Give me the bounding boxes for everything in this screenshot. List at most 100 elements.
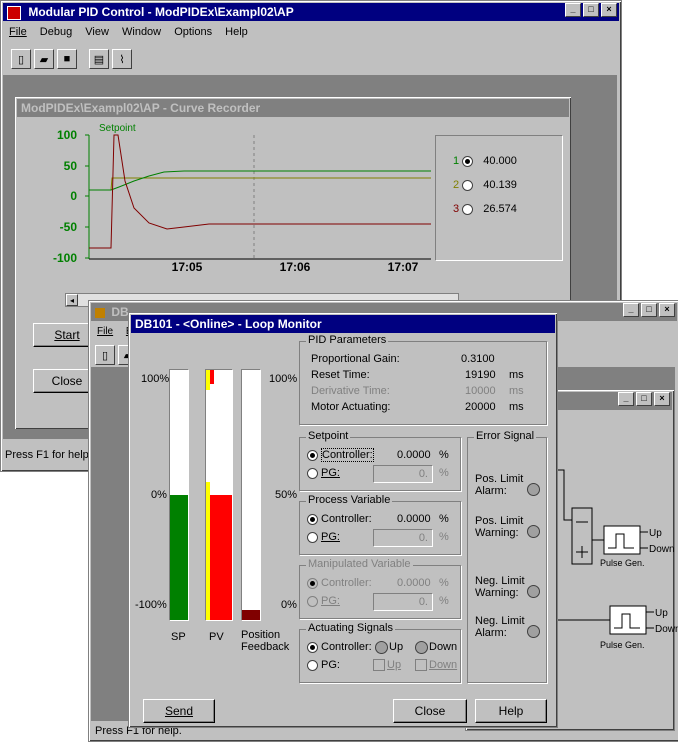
loop-monitor-title: DB101 - <Online> - Loop Monitor	[135, 317, 322, 331]
db-menu-file[interactable]: File	[97, 326, 113, 337]
position-feedback-bar	[241, 369, 261, 621]
pv-controller-unit: %	[439, 513, 449, 525]
mv-pg-field: 0.	[373, 593, 433, 611]
pid-row-gain-value: 0.3100	[461, 353, 495, 365]
menu-window[interactable]: Window	[122, 26, 161, 38]
setpoint-controller-radio[interactable]	[307, 449, 318, 461]
pv-controller-radio[interactable]	[307, 513, 318, 525]
db-minimize-button[interactable]: _	[623, 303, 639, 317]
channel-2-value: 40.139	[483, 179, 517, 191]
actuating-pg-radio[interactable]	[307, 659, 318, 671]
actuating-signals-group: Actuating Signals	[299, 622, 461, 683]
app-icon	[7, 5, 21, 20]
pv-pg-option[interactable]: PG:	[307, 531, 340, 543]
sp-label: SP	[171, 631, 186, 643]
actuating-controller-option[interactable]: Controller:	[307, 641, 372, 653]
loop-monitor-icon[interactable]: ▤	[89, 49, 109, 69]
close-window-button[interactable]: ×	[601, 3, 617, 17]
position-feedback-fill	[242, 610, 260, 620]
sp-bar	[169, 369, 189, 621]
channel-1-value: 40.000	[483, 155, 517, 167]
send-button[interactable]: Send	[143, 699, 215, 723]
curve-plot: Setpoint 100 50 0 -50 -100 17:05 17:06 1…	[53, 123, 431, 271]
mv-controller-value: 0.0000	[397, 577, 431, 589]
actuating-pg-option[interactable]: PG:	[307, 659, 340, 671]
open-folder-icon[interactable]: ▰	[34, 49, 54, 69]
channel-2[interactable]: 2 40.139	[453, 179, 517, 191]
actuating-controller-radio[interactable]	[307, 641, 318, 653]
menu-options[interactable]: Options	[174, 26, 212, 38]
diagram-maximize-button[interactable]: □	[636, 392, 652, 406]
menu-help[interactable]: Help	[225, 26, 248, 38]
pulse-gen-1-down: Down	[649, 544, 675, 555]
setpoint-controller-option[interactable]: Controller:	[307, 448, 374, 462]
pv-bar-fill	[210, 495, 232, 620]
diagram-minimize-button[interactable]: _	[618, 392, 634, 406]
setpoint-series-label: Setpoint	[99, 123, 136, 134]
diagram-close-button[interactable]: ×	[654, 392, 670, 406]
y-tick-0: 0	[70, 189, 77, 203]
manipulated-variable-group-label: Manipulated Variable	[306, 558, 413, 570]
minimize-button[interactable]: _	[565, 3, 581, 17]
channel-1[interactable]: 1 40.000	[453, 155, 517, 167]
loop-close-button[interactable]: Close	[393, 699, 467, 723]
db-close-button[interactable]: ×	[659, 303, 675, 317]
channel-3[interactable]: 3 26.574	[453, 203, 517, 215]
pid-row-gain-label: Proportional Gain:	[311, 353, 400, 365]
channel-3-num: 3	[453, 203, 460, 215]
db-title: DB	[111, 305, 129, 319]
pg-up-checkbox[interactable]	[373, 659, 385, 671]
pg-down-checkbox[interactable]	[415, 659, 427, 671]
pid-row-derivative-value: 10000	[465, 385, 496, 397]
pg-up-label: Up	[387, 659, 402, 671]
bar-right-label-100: 100%	[269, 373, 298, 385]
pulse-gen-1-label: Pulse Gen.	[600, 558, 645, 568]
y-tick-50: 50	[64, 159, 78, 173]
scroll-left-arrow[interactable]: ◂	[66, 294, 78, 306]
error-signal-group-label: Error Signal	[474, 430, 537, 442]
maximize-button[interactable]: □	[583, 3, 599, 17]
bar-left-label-100: 100%	[141, 373, 170, 385]
curve-recorder-icon[interactable]: ⌇	[112, 49, 132, 69]
actuating-down-label: Down	[429, 641, 458, 653]
pulse-gen-2-label: Pulse Gen.	[600, 640, 645, 650]
mv-pg-unit: %	[439, 595, 449, 607]
pv-pg-field[interactable]: 0.	[373, 529, 433, 547]
menu-debug[interactable]: Debug	[40, 26, 72, 38]
setpoint-pg-radio[interactable]	[307, 467, 318, 479]
menu-view[interactable]: View	[85, 26, 109, 38]
main-caption-buttons: _ □ ×	[565, 3, 617, 17]
x-tick-1706: 17:06	[280, 260, 311, 271]
pv-pg-radio[interactable]	[307, 531, 318, 543]
setpoint-pg-field[interactable]: 0.	[373, 465, 433, 483]
pid-row-motor-unit: ms	[509, 401, 524, 413]
db-icon	[95, 307, 105, 318]
bar-right-label-0: 0%	[281, 599, 297, 611]
pos-limit-warning-line1: Pos. Limit	[475, 515, 524, 527]
bar-left-label-minus100: -100%	[135, 599, 167, 611]
block-diagram: Up Down Pulse Gen. Up Down Pulse Gen.	[554, 469, 678, 650]
pv-controller-option[interactable]: Controller:	[307, 513, 372, 525]
help-button[interactable]: Help	[475, 699, 547, 723]
neg-limit-warning-line1: Neg. Limit	[475, 575, 525, 587]
pid-row-derivative-unit: ms	[509, 385, 524, 397]
trace-output	[89, 134, 431, 249]
loop-monitor-title-bar: DB101 - <Online> - Loop Monitor	[131, 315, 555, 333]
pulse-gen-1-block	[603, 525, 641, 555]
setpoint-pg-option[interactable]: PG:	[307, 467, 340, 479]
new-file-icon[interactable]: ▯	[11, 49, 31, 69]
db-maximize-button[interactable]: □	[641, 303, 657, 317]
save-icon[interactable]: ■	[57, 49, 77, 69]
channel-3-radio[interactable]	[462, 203, 474, 215]
db-new-icon[interactable]: ▯	[95, 345, 115, 365]
channel-1-radio[interactable]	[462, 155, 474, 167]
trace-pv	[89, 170, 431, 191]
channel-2-radio[interactable]	[462, 179, 474, 191]
position-label-2: Feedback	[241, 641, 290, 653]
menu-file[interactable]: File	[9, 26, 27, 38]
bar-left-label-0: 0%	[151, 489, 167, 501]
channel-legend	[435, 135, 563, 261]
bar-right-label-50: 50%	[275, 489, 298, 501]
mv-controller-radio	[307, 577, 318, 589]
db-caption-buttons: _ □ ×	[623, 303, 675, 317]
